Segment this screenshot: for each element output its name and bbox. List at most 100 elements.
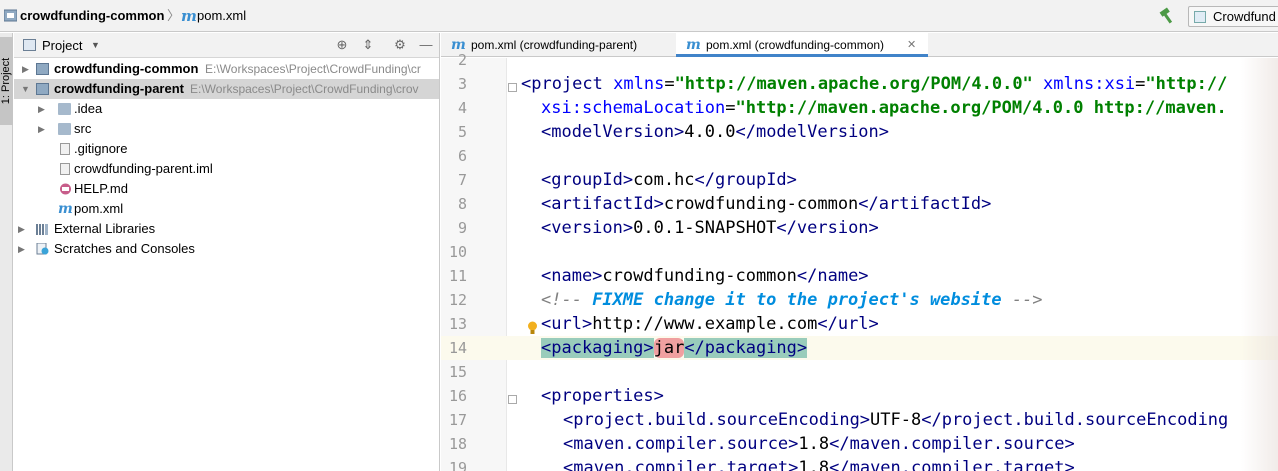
code-line[interactable]: <maven.compiler.source>1.8</maven.compil…: [563, 432, 1075, 456]
close-icon[interactable]: ✕: [907, 33, 916, 57]
code-line[interactable]: <modelVersion>4.0.0</modelVersion>: [541, 120, 889, 144]
chevron-down-icon[interactable]: ▼: [91, 33, 100, 58]
line-number: 19: [448, 459, 467, 471]
project-view-icon: [23, 39, 36, 51]
xml-text: 1.8: [798, 458, 830, 471]
tree-item-iml[interactable]: crowdfunding-parent.iml: [14, 159, 439, 179]
tree-item-label: crowdfunding-parent: [54, 81, 184, 96]
code-line[interactable]: <project.build.sourceEncoding>UTF-8</pro…: [563, 408, 1228, 432]
todo-comment: FIXME change it to the project's website: [592, 290, 1002, 310]
chevron-right-icon[interactable]: ▶: [18, 219, 25, 239]
xml-comment: -->: [1001, 290, 1043, 310]
line-number: 18: [448, 435, 467, 453]
xml-attr: xmlns:xsi: [1043, 74, 1136, 94]
breadcrumb-file[interactable]: pom.xml: [197, 0, 246, 32]
folder-icon: [58, 103, 71, 115]
project-tool-window: Project ▼ ⊕ ⇕ ⚙ — ▶ crowdfunding-common …: [14, 33, 440, 471]
xml-text: 1.8: [798, 434, 830, 454]
xml-text-error: jar: [653, 338, 685, 358]
code-line-current[interactable]: <packaging>jar</packaging>: [541, 336, 808, 360]
tab-label: pom.xml (crowdfunding-common): [706, 38, 885, 52]
fold-marker[interactable]: [508, 83, 517, 92]
module-icon: [4, 9, 17, 22]
xml-text: http://www.example.com: [592, 314, 818, 334]
code-line[interactable]: <url>http://www.example.com</url>: [541, 312, 879, 336]
tree-item-path: E:\Workspaces\Project\CrowdFunding\cr: [205, 62, 421, 76]
code-line[interactable]: <name>crowdfunding-common</name>: [541, 264, 869, 288]
xml-attr: xsi:schemaLocation: [541, 98, 726, 118]
editor-tab-bar: m pom.xml (crowdfunding-parent) m pom.xm…: [441, 33, 1278, 57]
xml-space: [1033, 74, 1043, 94]
code-line[interactable]: xsi:schemaLocation="http://maven.apache.…: [541, 96, 1227, 120]
code-line[interactable]: <artifactId>crowdfunding-common</artifac…: [541, 192, 991, 216]
project-tool-window-button[interactable]: 1: Project: [0, 37, 13, 125]
tab-pom-common[interactable]: m pom.xml (crowdfunding-common) ✕: [676, 33, 928, 57]
xml-text: crowdfunding-common: [663, 194, 859, 214]
tab-label: pom.xml (crowdfunding-parent): [471, 38, 638, 52]
run-configuration-select[interactable]: Crowdfund: [1188, 6, 1278, 27]
xml-tag: </version>: [776, 218, 879, 238]
lightbulb-icon[interactable]: [527, 321, 538, 335]
xml-tag: </artifactId>: [858, 194, 992, 214]
project-panel-title[interactable]: Project: [42, 33, 82, 58]
line-number: 11: [448, 267, 467, 285]
xml-eq: =: [725, 98, 736, 118]
line-number: 3: [457, 75, 467, 93]
code-line[interactable]: <properties>: [541, 384, 664, 408]
xml-text: 0.0.1-SNAPSHOT: [633, 218, 777, 238]
gear-icon[interactable]: ⚙: [392, 37, 408, 53]
xml-value: "http://: [1145, 74, 1228, 94]
code-line[interactable]: <maven.compiler.target>1.8</maven.compil…: [563, 456, 1075, 471]
xml-eq: =: [664, 74, 675, 94]
tree-item-idea[interactable]: ▶ .idea: [14, 99, 439, 119]
code-line[interactable]: <version>0.0.1-SNAPSHOT</version>: [541, 216, 879, 240]
xml-value: "http://maven.apache.org/POM/4.0.0 http:…: [735, 98, 1227, 118]
module-icon: [36, 83, 49, 95]
breadcrumb-project[interactable]: crowdfunding-common: [20, 0, 164, 32]
chevron-right-icon[interactable]: ▶: [38, 119, 45, 139]
line-number: 14: [448, 339, 467, 357]
code-line[interactable]: <!-- FIXME change it to the project's we…: [541, 288, 1043, 312]
hide-panel-icon[interactable]: —: [418, 37, 434, 53]
tree-item-label: External Libraries: [54, 221, 156, 236]
tree-item-label: pom.xml: [74, 201, 124, 216]
tree-item-src[interactable]: ▶ src: [14, 119, 439, 139]
xml-text: 4.0.0: [684, 122, 736, 142]
xml-attr: xmlns: [613, 74, 665, 94]
xml-tag: <url>: [541, 314, 593, 334]
tree-item-scratches[interactable]: ▶ Scratches and Consoles: [14, 239, 439, 259]
xml-value: "http://maven.apache.org/POM/4.0.0": [674, 74, 1033, 94]
tree-item-crowdfunding-parent[interactable]: ▼ crowdfunding-parent E:\Workspaces\Proj…: [14, 79, 439, 99]
tree-item-gitignore[interactable]: .gitignore: [14, 139, 439, 159]
project-tool-window-label: 1: Project: [0, 57, 12, 105]
xml-tag: <maven.compiler.target>: [563, 458, 799, 471]
hammer-icon[interactable]: [1158, 7, 1176, 25]
tree-item-label: HELP.md: [74, 181, 128, 196]
editor-area: m pom.xml (crowdfunding-parent) m pom.xm…: [441, 33, 1278, 471]
locate-file-icon[interactable]: ⊕: [334, 37, 350, 53]
code-line[interactable]: <groupId>com.hc</groupId>: [541, 168, 797, 192]
tab-pom-parent[interactable]: m pom.xml (crowdfunding-parent): [441, 33, 673, 57]
tree-item-help-md[interactable]: HELP.md: [14, 179, 439, 199]
tree-item-external-libraries[interactable]: ▶ External Libraries: [14, 219, 439, 239]
xml-tag: <modelVersion>: [541, 122, 685, 142]
line-number: 13: [448, 315, 467, 333]
tree-item-crowdfunding-common[interactable]: ▶ crowdfunding-common E:\Workspaces\Proj…: [14, 59, 439, 79]
xml-tag: <groupId>: [541, 170, 634, 190]
tree-item-path: E:\Workspaces\Project\CrowdFunding\crov: [190, 82, 419, 96]
xml-tag: </groupId>: [694, 170, 797, 190]
iml-file-icon: [60, 163, 70, 175]
collapse-all-icon[interactable]: ⇕: [360, 37, 376, 53]
folder-icon: [58, 123, 71, 135]
fold-marker[interactable]: [508, 395, 517, 404]
chevron-right-icon[interactable]: ▶: [38, 99, 45, 119]
tree-item-label: crowdfunding-common: [54, 61, 199, 76]
chevron-down-icon[interactable]: ▼: [21, 79, 30, 99]
xml-text: UTF-8: [870, 410, 922, 430]
breadcrumb-separator: 〉: [167, 8, 181, 23]
tree-item-pom-xml[interactable]: m pom.xml: [14, 199, 439, 219]
gitignore-file-icon: [60, 143, 70, 155]
chevron-right-icon[interactable]: ▶: [22, 59, 29, 79]
chevron-right-icon[interactable]: ▶: [18, 239, 25, 259]
code-line[interactable]: <project xmlns="http://maven.apache.org/…: [521, 72, 1227, 96]
